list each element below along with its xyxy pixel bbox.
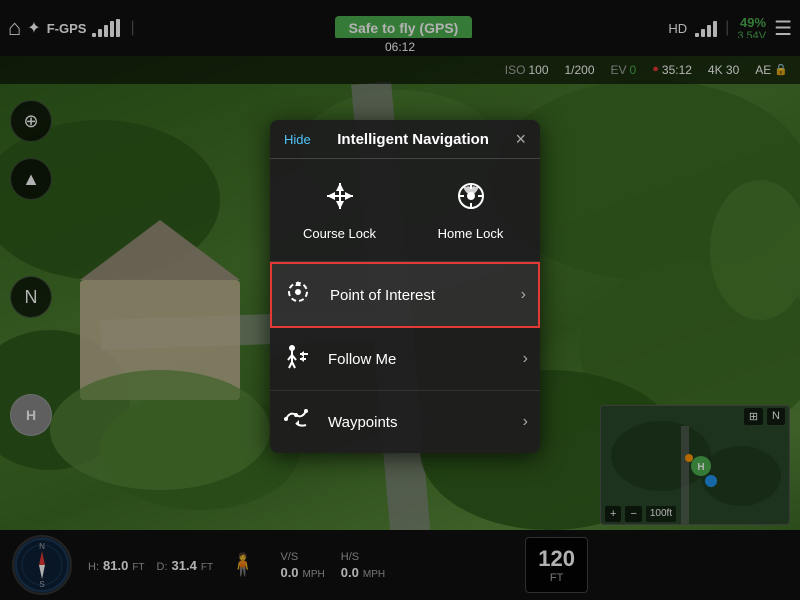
- waypoints-item[interactable]: Waypoints ›: [270, 391, 540, 453]
- point-of-interest-item[interactable]: Point of Interest ›: [270, 262, 540, 328]
- dialog-list: Point of Interest ›: [270, 262, 540, 453]
- follow-me-label: Follow Me: [328, 351, 523, 368]
- dialog-title: Intelligent Navigation: [321, 131, 506, 148]
- home-lock-item[interactable]: Home Lock: [409, 171, 532, 249]
- waypoints-icon: [282, 405, 318, 439]
- poi-label: Point of Interest: [330, 287, 521, 304]
- course-lock-item[interactable]: Course Lock: [278, 171, 401, 249]
- intelligent-navigation-dialog: Hide Intelligent Navigation × Course Loc…: [270, 120, 540, 453]
- dialog-header: Hide Intelligent Navigation ×: [270, 120, 540, 159]
- poi-arrow-icon: ›: [521, 286, 526, 304]
- hide-button[interactable]: Hide: [284, 132, 311, 147]
- poi-icon: [284, 278, 320, 312]
- home-lock-label: Home Lock: [438, 226, 504, 241]
- waypoints-arrow-icon: ›: [523, 413, 528, 431]
- close-button[interactable]: ×: [515, 130, 526, 148]
- course-lock-label: Course Lock: [303, 226, 376, 241]
- follow-me-icon: [282, 342, 318, 376]
- course-lock-icon: [323, 179, 357, 220]
- follow-me-item[interactable]: Follow Me ›: [270, 328, 540, 391]
- home-lock-icon: [454, 179, 488, 220]
- dialog-grid: Course Lock Home Lock: [270, 159, 540, 262]
- waypoints-label: Waypoints: [328, 414, 523, 431]
- follow-me-arrow-icon: ›: [523, 350, 528, 368]
